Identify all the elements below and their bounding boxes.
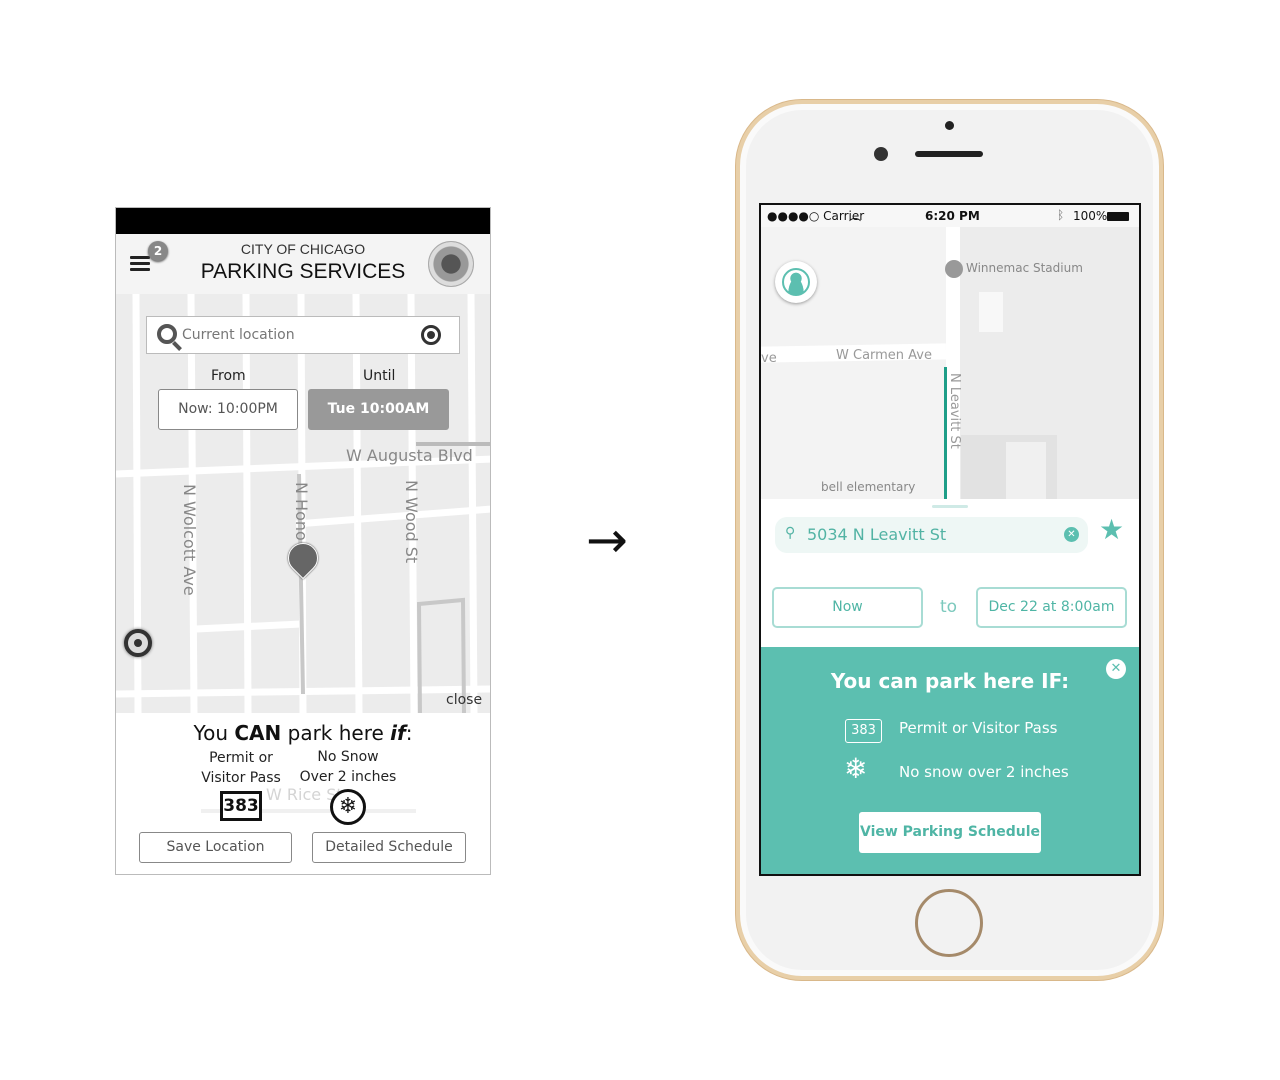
snowflake-icon: ❄	[330, 789, 366, 825]
snowflake-icon: ❄	[844, 752, 868, 785]
my-location-icon[interactable]	[124, 629, 152, 657]
profile-button[interactable]	[775, 261, 817, 303]
detailed-schedule-button[interactable]: Detailed Schedule	[312, 832, 466, 863]
street-label-wood: N Wood St	[402, 480, 421, 564]
map[interactable]: Winnemac Stadium ve W Carmen Ave N Leavi…	[761, 227, 1139, 499]
close-link[interactable]: close	[446, 692, 482, 708]
location-search-input[interactable]: Current location	[146, 316, 460, 354]
snow-rule: No Snow Over 2 inches	[299, 749, 397, 785]
permit-rule: Permit or Visitor Pass	[899, 719, 1058, 737]
locate-icon[interactable]	[421, 325, 441, 345]
from-label: From	[211, 368, 246, 384]
speaker	[915, 151, 983, 157]
street-label-augusta: W Augusta Blvd	[346, 446, 473, 465]
search-icon	[157, 324, 177, 344]
search-value: 5034 N Leavitt St	[807, 525, 947, 544]
favorite-star-icon[interactable]: ★	[1099, 515, 1124, 545]
drag-handle[interactable]	[932, 505, 968, 508]
street-label-carmen: W Carmen Ave	[836, 348, 933, 363]
until-time-button[interactable]: Dec 22 at 8:00am	[976, 587, 1127, 628]
clock: 6:20 PM	[925, 209, 980, 223]
bluetooth-icon: ᛒ	[1057, 208, 1065, 222]
home-button[interactable]	[915, 889, 983, 957]
wifi-icon: ︵	[849, 209, 862, 223]
permit-rule: Permit or Visitor Pass	[201, 750, 281, 786]
result-panel: W Rice St You CAN park here if: Permit o…	[116, 713, 490, 874]
to-label: to	[940, 597, 958, 617]
user-icon	[782, 268, 810, 296]
wireframe-screen: 2 CITY OF CHICAGO PARKING SERVICES W Aug…	[115, 207, 491, 875]
search-icon: ⚲	[785, 525, 796, 541]
save-location-button[interactable]: Save Location	[139, 832, 292, 863]
address-search-input[interactable]: ⚲ 5034 N Leavitt St ✕	[775, 517, 1088, 553]
city-seal-logo	[428, 241, 474, 287]
search-placeholder: Current location	[182, 327, 295, 343]
stadium-icon	[945, 260, 963, 278]
from-time-button[interactable]: Now	[772, 587, 923, 628]
battery-icon	[1107, 212, 1129, 221]
street-fragment: ve	[761, 351, 777, 366]
result-title: You can park here IF:	[830, 669, 1070, 693]
sensor	[945, 121, 954, 130]
view-parking-schedule-button[interactable]: View Parking Schedule	[859, 812, 1041, 853]
result-panel: ✕ You can park here IF: 383 Permit or Vi…	[761, 647, 1139, 874]
poi-school: bell elementary	[821, 480, 916, 494]
clear-icon[interactable]: ✕	[1064, 527, 1079, 542]
poi-stadium: Winnemac Stadium	[966, 261, 1083, 275]
street-label-leavitt: N Leavitt St	[947, 373, 962, 449]
street-label-wolcott: N Wolcott Ave	[180, 484, 199, 596]
street-label-honore: N Hono	[292, 482, 311, 541]
status-bar	[116, 208, 490, 234]
camera	[874, 147, 888, 161]
snow-rule: No snow over 2 inches	[899, 763, 1069, 781]
until-label: Until	[363, 368, 396, 384]
until-time-button[interactable]: Tue 10:00AM	[308, 389, 449, 430]
phone-screen: ●●●●○ Carrier ︵ 6:20 PM ᛒ 100% Winnemac …	[759, 203, 1141, 876]
permit-number: 383	[220, 791, 262, 821]
arrow-icon: →	[586, 511, 628, 569]
status-bar: ●●●●○ Carrier ︵ 6:20 PM ᛒ 100%	[761, 205, 1139, 227]
battery-percent: 100%	[1073, 209, 1108, 223]
result-title: You CAN park here if:	[193, 721, 413, 745]
from-time-button[interactable]: Now: 10:00PM	[158, 389, 298, 430]
search-sheet: ⚲ 5034 N Leavitt St ✕ ★ Now to Dec 22 at…	[761, 499, 1139, 647]
permit-number: 383	[845, 719, 882, 743]
